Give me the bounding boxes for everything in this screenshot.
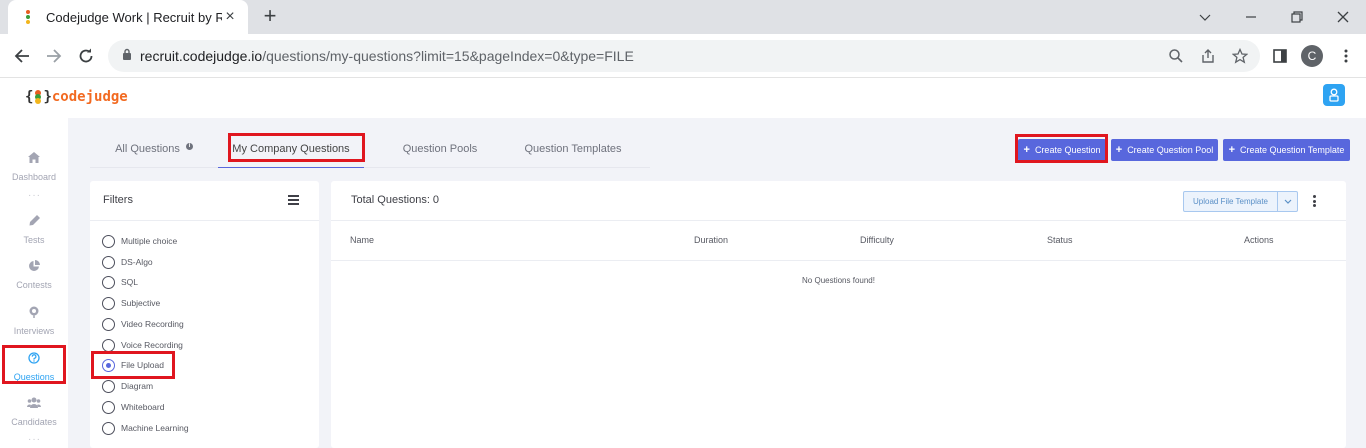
filter-option[interactable]: Whiteboard xyxy=(102,400,164,414)
zoom-icon[interactable] xyxy=(1166,46,1186,66)
sidebar-item-contests[interactable]: Contests xyxy=(0,260,68,290)
window-minimize-icon[interactable] xyxy=(1228,0,1274,34)
restore-icon[interactable] xyxy=(1274,0,1320,34)
chevron-down-icon xyxy=(1284,199,1291,204)
url-text: recruit.codejudge.io/questions/my-questi… xyxy=(140,48,634,64)
tab-question-templates[interactable]: Question Templates xyxy=(510,130,636,168)
filter-option[interactable]: Diagram xyxy=(102,379,153,393)
table-header: Name Duration Difficulty Status Actions xyxy=(331,221,1346,261)
filter-option-file-upload[interactable]: File Upload xyxy=(102,358,164,372)
column-duration: Duration xyxy=(694,235,729,245)
tab-close-icon[interactable]: × xyxy=(222,9,238,25)
upload-file-template-button[interactable]: Upload File Template xyxy=(1183,191,1278,212)
radio-button[interactable] xyxy=(102,255,115,269)
forward-icon[interactable] xyxy=(40,42,68,70)
reload-icon[interactable] xyxy=(72,42,100,70)
browser-tab[interactable]: Codejudge Work | Recruit by Real × xyxy=(8,0,248,34)
sidebar-separator: ··· xyxy=(28,434,41,445)
question-tabs: All Questions i My Company Questions Ques… xyxy=(90,130,650,168)
tab-my-company-questions[interactable]: My Company Questions xyxy=(218,130,364,168)
user-icon xyxy=(1329,88,1339,102)
filter-option[interactable]: Machine Learning xyxy=(102,421,189,435)
bookmark-star-icon[interactable] xyxy=(1230,46,1250,66)
column-difficulty: Difficulty xyxy=(860,235,894,245)
minimize-icon[interactable] xyxy=(1182,0,1228,34)
radio-button[interactable] xyxy=(102,400,115,414)
more-options-icon[interactable] xyxy=(1313,195,1317,209)
tab-title: Codejudge Work | Recruit by Real xyxy=(46,9,222,25)
create-question-template-button[interactable]: + Create Question Template xyxy=(1223,139,1350,161)
plus-icon: + xyxy=(1228,144,1236,156)
filter-option[interactable]: DS-Algo xyxy=(102,255,153,269)
back-icon[interactable] xyxy=(8,42,36,70)
radio-button[interactable] xyxy=(102,296,115,310)
column-status: Status xyxy=(1047,235,1073,245)
radio-button[interactable] xyxy=(102,234,115,248)
create-question-button[interactable]: + Create Question xyxy=(1018,139,1106,161)
filter-option[interactable]: SQL xyxy=(102,275,138,289)
share-icon[interactable] xyxy=(1198,46,1218,66)
radio-button[interactable] xyxy=(102,317,115,331)
radio-button[interactable] xyxy=(102,421,115,435)
sidebar-item-candidates[interactable]: Candidates xyxy=(0,397,68,427)
empty-state-message: No Questions found! xyxy=(802,276,875,285)
sidebar-item-interviews[interactable]: Interviews xyxy=(0,306,68,336)
pie-chart-icon xyxy=(0,260,68,276)
sidebar-item-questions[interactable]: Questions xyxy=(0,352,68,382)
tab-question-pools[interactable]: Question Pools xyxy=(386,130,494,168)
filter-option[interactable]: Video Recording xyxy=(102,317,184,331)
info-icon: i xyxy=(185,142,193,150)
plus-icon: + xyxy=(1115,144,1123,156)
codejudge-favicon-icon xyxy=(22,10,36,24)
sidebar-item-dashboard[interactable]: Dashboard xyxy=(0,152,68,182)
sidebar-item-tests[interactable]: Tests xyxy=(0,215,68,245)
plus-icon: + xyxy=(1023,144,1030,156)
sidebar-separator: ··· xyxy=(28,190,41,201)
profile-avatar[interactable]: C xyxy=(1301,45,1323,67)
side-panel-icon[interactable] xyxy=(1270,46,1290,66)
codejudge-logo[interactable]: { } codejudge xyxy=(25,89,128,105)
browser-toolbar: recruit.codejudge.io/questions/my-questi… xyxy=(0,34,1366,78)
app-header: { } codejudge xyxy=(0,78,1366,118)
user-menu-button[interactable] xyxy=(1323,84,1345,106)
browser-menu-icon[interactable] xyxy=(1336,46,1356,66)
filters-header: Filters xyxy=(90,181,319,221)
questions-header: Total Questions: 0 Upload File Template xyxy=(331,181,1346,221)
lock-icon xyxy=(122,47,132,65)
browser-tab-strip: Codejudge Work | Recruit by Real × + xyxy=(0,0,1366,34)
new-tab-icon[interactable]: + xyxy=(258,5,282,29)
tab-all-questions[interactable]: All Questions i xyxy=(90,130,218,168)
filters-title: Filters xyxy=(103,194,133,206)
filter-option[interactable]: Multiple choice xyxy=(102,234,177,248)
column-actions: Actions xyxy=(1244,235,1274,245)
radio-button-checked[interactable] xyxy=(102,358,115,372)
filter-option[interactable]: Voice Recording xyxy=(102,338,183,352)
upload-dropdown-button[interactable] xyxy=(1278,191,1298,212)
filter-option[interactable]: Subjective xyxy=(102,296,160,310)
total-questions: Total Questions: 0 xyxy=(351,194,440,206)
column-name: Name xyxy=(350,235,375,245)
filters-panel: Filters Multiple choice DS-Algo SQL Subj… xyxy=(90,181,319,448)
radio-button[interactable] xyxy=(102,338,115,352)
interview-icon xyxy=(0,306,68,322)
pencil-icon xyxy=(0,215,68,231)
address-bar[interactable]: recruit.codejudge.io/questions/my-questi… xyxy=(108,40,1260,72)
radio-button[interactable] xyxy=(102,379,115,393)
radio-button[interactable] xyxy=(102,275,115,289)
home-icon xyxy=(0,152,68,168)
logo-dots-icon xyxy=(34,90,42,104)
sidebar: Dashboard ··· Tests Contests Interviews … xyxy=(0,118,68,448)
question-icon xyxy=(0,352,68,368)
hamburger-menu-icon[interactable] xyxy=(288,195,299,207)
close-window-icon[interactable] xyxy=(1320,0,1366,34)
create-question-pool-button[interactable]: + Create Question Pool xyxy=(1111,139,1218,161)
questions-panel: Total Questions: 0 Upload File Template … xyxy=(331,181,1346,448)
users-icon xyxy=(0,397,68,413)
